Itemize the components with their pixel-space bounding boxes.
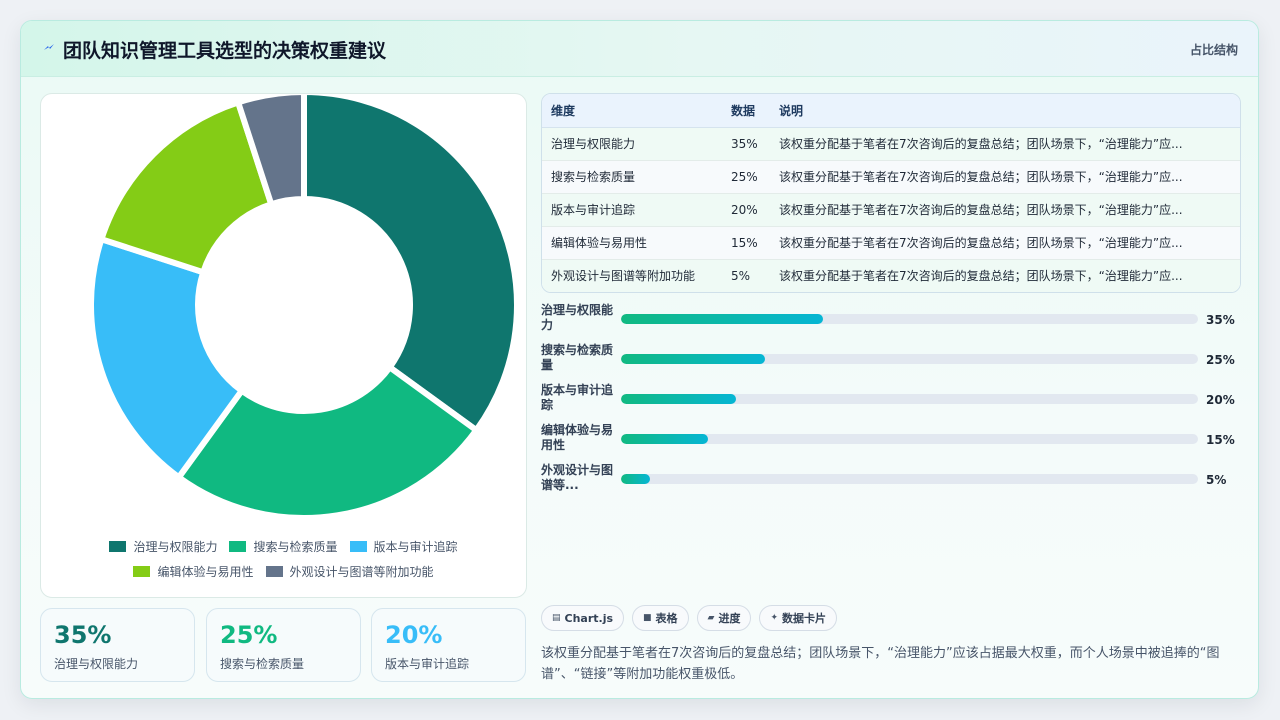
legend-swatch	[349, 541, 367, 552]
chart-type-tag: 占比结构	[1189, 43, 1238, 57]
header-bar: 团队知识管理工具选型的决策权重建议 占比结构	[21, 21, 1258, 77]
chip-table[interactable]: ■ 表格	[632, 605, 689, 631]
progress-track	[621, 394, 1198, 404]
progress-label: 外观设计与图谱等...	[541, 463, 614, 492]
dashboard-card: 团队知识管理工具选型的决策权重建议 占比结构 治理与权限能力 搜索与检索质量 版本与…	[20, 20, 1259, 699]
legend-label: 治理与权限能力	[133, 540, 218, 554]
table-cell: 5%	[722, 259, 770, 292]
chart-legend: 治理与权限能力 搜索与检索质量 版本与审计追踪编辑体验与易用性 外观设计与图谱等附加功…	[41, 538, 526, 580]
chip-label: 数据卡片	[782, 612, 827, 625]
progress-fill	[621, 314, 823, 324]
legend-item[interactable]: 外观设计与图谱等附加功能	[265, 563, 434, 580]
legend-swatch	[133, 566, 151, 577]
progress-track	[621, 474, 1198, 484]
kpi-cards: 35% 治理与权限能力 25% 搜索与检索质量 20% 版本与审计追踪	[40, 608, 527, 682]
table-cell: 该权重分配基于笔者在7次咨询后的复盘总结；团队场景下，“治理能力”应...	[770, 127, 1240, 161]
column-header-value: 数据	[722, 94, 770, 128]
chart-icon: ▤	[552, 613, 561, 623]
progress-list: 治理与权限能力 35% 搜索与检索质量 25% 版本与审计追踪 20% 编辑体验…	[541, 303, 1241, 503]
table-cell: 治理与权限能力	[542, 127, 722, 161]
sparkle-icon: ✦	[770, 613, 779, 623]
summary-note: 该权重分配基于笔者在7次咨询后的复盘总结；团队场景下，“治理能力”应该占据最大权…	[541, 646, 1220, 682]
legend-item[interactable]: 版本与审计追踪	[349, 538, 458, 555]
kpi-value: 20%	[385, 621, 443, 649]
legend-label: 编辑体验与易用性	[157, 565, 254, 579]
table-cell: 25%	[722, 160, 770, 194]
progress-value: 25%	[1206, 353, 1235, 367]
table-row: 治理与权限能力 35% 该权重分配基于笔者在7次咨询后的复盘总结；团队场景下，“…	[542, 127, 1240, 161]
legend-swatch	[109, 541, 127, 552]
chip-progress[interactable]: ▰ 进度	[696, 605, 752, 631]
chip-label: Chart.js	[564, 611, 614, 625]
progress-value: 35%	[1206, 313, 1235, 327]
table-cell: 35%	[722, 127, 770, 161]
table-cell: 版本与审计追踪	[542, 193, 722, 227]
progress-fill	[621, 474, 650, 484]
kpi-label: 版本与审计追踪	[385, 657, 470, 671]
legend-label: 版本与审计追踪	[373, 540, 458, 554]
progress-label: 编辑体验与易用性	[541, 423, 614, 452]
progress-row: 搜索与检索质量 25%	[541, 343, 1241, 377]
legend-item[interactable]: 搜索与检索质量	[229, 538, 338, 555]
column-header-note: 说明	[770, 94, 1240, 128]
data-table: 维度 数据 说明 治理与权限能力 35% 该权重分配基于笔者在7次咨询后的复盘总…	[541, 93, 1241, 293]
kpi-value: 25%	[220, 621, 278, 649]
table-icon: ■	[643, 613, 652, 623]
chip-chartjs[interactable]: ▤ Chart.js	[541, 605, 625, 631]
chip-label: 表格	[655, 612, 678, 625]
progress-row: 治理与权限能力 35%	[541, 303, 1241, 337]
progress-value: 15%	[1206, 433, 1235, 447]
table-header-row: 维度 数据 说明	[542, 94, 1240, 128]
kpi-label: 治理与权限能力	[54, 657, 139, 671]
legend-swatch	[265, 566, 283, 577]
legend-swatch	[229, 541, 247, 552]
kpi-card: 20% 版本与审计追踪	[371, 608, 526, 682]
legend-label: 搜索与检索质量	[253, 540, 338, 554]
kpi-card: 25% 搜索与检索质量	[206, 608, 361, 682]
kpi-value: 35%	[54, 621, 112, 649]
kpi-label: 搜索与检索质量	[220, 657, 305, 671]
kpi-card: 35% 治理与权限能力	[40, 608, 195, 682]
progress-fill	[621, 354, 766, 364]
column-header-dimension: 维度	[542, 94, 722, 128]
lightning-icon	[44, 44, 54, 50]
progress-track	[621, 354, 1198, 364]
chip-data-cards[interactable]: ✦ 数据卡片	[759, 605, 838, 631]
legend-label: 外观设计与图谱等附加功能	[289, 565, 434, 579]
table-row: 编辑体验与易用性 15% 该权重分配基于笔者在7次咨询后的复盘总结；团队场景下，…	[542, 226, 1240, 260]
table-cell: 20%	[722, 193, 770, 227]
legend-item[interactable]: 治理与权限能力	[109, 538, 217, 555]
progress-row: 外观设计与图谱等... 5%	[541, 463, 1241, 497]
table-cell: 该权重分配基于笔者在7次咨询后的复盘总结；团队场景下，“治理能力”应...	[770, 259, 1240, 292]
table-cell: 15%	[722, 226, 770, 260]
legend-item[interactable]: 编辑体验与易用性	[133, 563, 254, 580]
progress-label: 治理与权限能力	[541, 303, 614, 332]
table-cell: 搜索与检索质量	[542, 160, 722, 194]
view-chips: ▤ Chart.js ■ 表格 ▰ 进度 ✦ 数据卡片	[541, 605, 838, 631]
progress-value: 20%	[1206, 393, 1235, 407]
progress-icon: ▰	[707, 613, 715, 623]
progress-label: 搜索与检索质量	[541, 343, 614, 372]
progress-track	[621, 434, 1198, 444]
table-cell: 编辑体验与易用性	[542, 226, 722, 260]
progress-value: 5%	[1206, 473, 1227, 487]
progress-fill	[621, 434, 708, 444]
page-title: 团队知识管理工具选型的决策权重建议	[63, 40, 387, 62]
progress-row: 版本与审计追踪 20%	[541, 383, 1241, 417]
table-row: 版本与审计追踪 20% 该权重分配基于笔者在7次咨询后的复盘总结；团队场景下，“…	[542, 193, 1240, 227]
table-cell: 该权重分配基于笔者在7次咨询后的复盘总结；团队场景下，“治理能力”应...	[770, 160, 1240, 194]
progress-row: 编辑体验与易用性 15%	[541, 423, 1241, 457]
table-row: 外观设计与图谱等附加功能 5% 该权重分配基于笔者在7次咨询后的复盘总结；团队场…	[542, 259, 1240, 292]
chip-label: 进度	[718, 612, 741, 625]
table-cell: 该权重分配基于笔者在7次咨询后的复盘总结；团队场景下，“治理能力”应...	[770, 193, 1240, 227]
table-row: 搜索与检索质量 25% 该权重分配基于笔者在7次咨询后的复盘总结；团队场景下，“…	[542, 160, 1240, 194]
progress-fill	[621, 394, 737, 404]
table-cell: 该权重分配基于笔者在7次咨询后的复盘总结；团队场景下，“治理能力”应...	[770, 226, 1240, 260]
progress-label: 版本与审计追踪	[541, 383, 614, 412]
progress-track	[621, 314, 1198, 324]
donut-chart	[88, 94, 520, 521]
table-cell: 外观设计与图谱等附加功能	[542, 259, 722, 292]
donut-chart-panel: 治理与权限能力 搜索与检索质量 版本与审计追踪编辑体验与易用性 外观设计与图谱等附加功…	[40, 93, 527, 598]
